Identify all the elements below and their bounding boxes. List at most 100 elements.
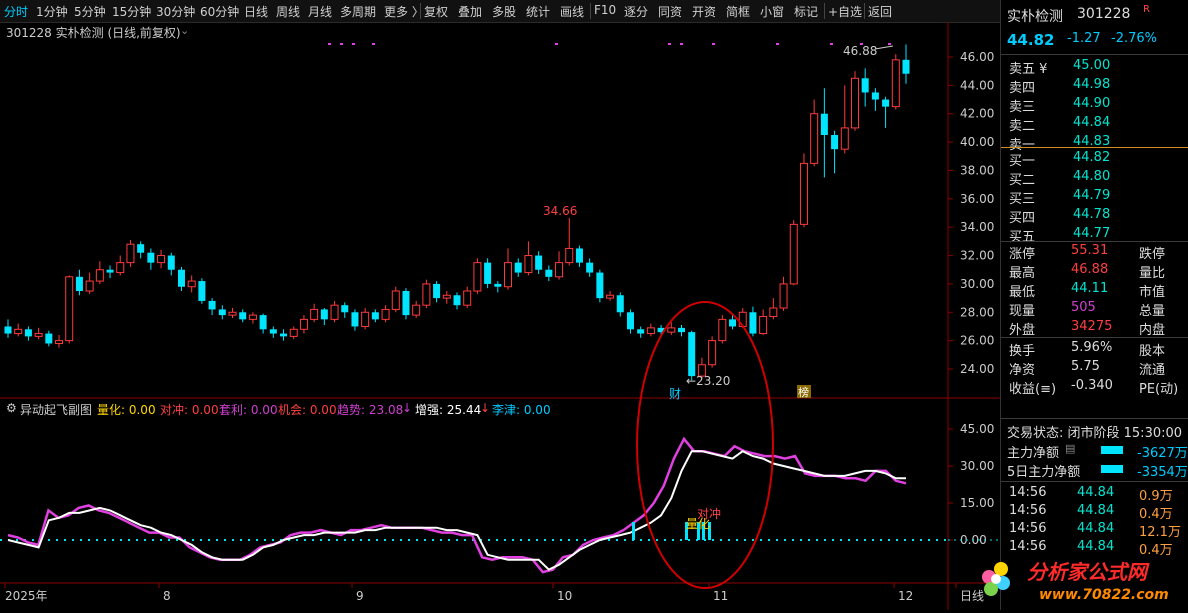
candle-body <box>433 283 441 299</box>
candle-body <box>422 283 431 306</box>
toolbar-item-2[interactable]: 5分钟 <box>74 3 106 20</box>
tick-volume: 0.4万 <box>1139 507 1173 522</box>
stat-right-label: 股本 <box>1139 344 1166 359</box>
buy-label: 买二 <box>1009 173 1036 188</box>
buy-price: 44.80 <box>1073 169 1111 184</box>
zengqiang-value: 增强: 25.44 <box>415 403 482 417</box>
tick-volume: 12.1万 <box>1139 525 1181 540</box>
candle-body <box>116 262 125 274</box>
candle-body <box>391 290 400 310</box>
candle-body <box>453 295 461 306</box>
toolbar-item-5[interactable]: 60分钟 <box>200 3 239 20</box>
candle-body <box>289 328 298 337</box>
candle-body <box>565 247 574 264</box>
tick-price: 44.84 <box>1077 521 1115 536</box>
stat-right-label: 流通 <box>1139 363 1166 378</box>
candle-body <box>14 328 23 335</box>
candle-body <box>596 272 604 299</box>
toolbar-item-22[interactable]: 标记 <box>794 3 818 20</box>
candle-body <box>320 309 328 320</box>
main-flow-value: -3627万 <box>1137 446 1188 461</box>
candle-body <box>4 326 12 334</box>
stat-value: 505 <box>1071 300 1096 315</box>
taoli-value: 套利: 0.00 <box>219 403 278 417</box>
candle-body <box>228 311 237 316</box>
toolbar-item-21[interactable]: 小窗 <box>760 3 784 20</box>
toolbar-item-15[interactable]: 画线 <box>560 3 584 20</box>
candle-body <box>514 262 522 273</box>
r-badge: R <box>1143 4 1150 15</box>
candle-body <box>299 318 308 330</box>
sell-row: 卖四 44.98 <box>1001 77 1188 96</box>
toolbar-item-24[interactable]: 返回 <box>868 3 892 20</box>
indicator-name[interactable]: 异动起飞副图 <box>20 401 92 418</box>
stat-row: 最高 46.88 量比 <box>1001 262 1188 281</box>
toolbar-item-14[interactable]: 统计 <box>526 3 550 20</box>
toolbar-item-0[interactable]: 分时 <box>4 3 28 20</box>
price-tick-label: 34.00 <box>960 220 994 234</box>
toolbar-item-4[interactable]: 30分钟 <box>156 3 195 20</box>
ind-tick-label: 15.00 <box>960 496 994 510</box>
sell-row: 卖二 44.84 <box>1001 115 1188 134</box>
stat-row: 外盘 34275 内盘 <box>1001 319 1188 338</box>
candle-body <box>494 283 502 287</box>
flow5-value: -3354万 <box>1137 465 1188 480</box>
candle-body <box>280 333 288 337</box>
quote-title: 实朴检测 301228 R <box>1001 4 1188 25</box>
candle-body <box>759 316 768 335</box>
candle-body <box>330 304 339 320</box>
toolbar-item-13[interactable]: 多股 <box>492 3 516 20</box>
candle-body <box>749 312 757 334</box>
toolbar-item-23[interactable]: +自选 <box>828 3 862 20</box>
price-chart[interactable]: 46.00 44.00 42.00 40.00 38.00 36.00 34.00 32.00… <box>0 22 1000 610</box>
candle-body <box>535 255 543 270</box>
recent-high-arrow <box>874 45 894 50</box>
toolbar-item-9[interactable]: 多周期 <box>340 3 376 20</box>
toolbar-item-6[interactable]: 日线 <box>244 3 268 20</box>
flow5-bar <box>1101 465 1123 473</box>
toolbar-item-12[interactable]: 叠加 <box>458 3 482 20</box>
low-label: ←23.20 <box>686 374 730 388</box>
tick-time: 14:56 <box>1009 521 1047 536</box>
gear-icon[interactable]: ⚙ <box>6 401 17 415</box>
candle-body <box>616 295 624 313</box>
toolbar-item-10[interactable]: 更多 〉 <box>384 3 424 20</box>
toolbar-item-3[interactable]: 15分钟 <box>112 3 151 20</box>
toolbar-item-1[interactable]: 1分钟 <box>36 3 68 20</box>
toolbar-item-16[interactable]: F10 <box>594 3 616 17</box>
toolbar-item-11[interactable]: 复权 <box>424 3 448 20</box>
candle-body <box>147 252 155 263</box>
sell-label: 卖三 <box>1009 100 1036 115</box>
candle-body <box>402 291 410 316</box>
toolbar-item-7[interactable]: 周线 <box>276 3 300 20</box>
candle-body <box>504 262 513 288</box>
qushi-value: 趋势: 23.08 <box>337 403 404 417</box>
toolbar-item-18[interactable]: 同资 <box>658 3 682 20</box>
candle-body <box>341 305 349 313</box>
table-icon[interactable]: ▤ <box>1065 442 1075 455</box>
price-tick-label: 44.00 <box>960 78 994 92</box>
divider <box>1001 337 1188 338</box>
jihui-value: 机会: 0.00 <box>278 403 337 417</box>
toolbar-item-8[interactable]: 月线 <box>308 3 332 20</box>
stat-right-label: PE(动) <box>1139 382 1179 397</box>
stat-right-label: 内盘 <box>1139 323 1166 338</box>
sell-price: 44.98 <box>1073 77 1111 92</box>
candle-body <box>34 333 43 337</box>
tick-row: 14:56 44.84 0.4万 <box>1001 503 1188 522</box>
stat-row: 净资 5.75 流通 <box>1001 359 1188 378</box>
toolbar-item-19[interactable]: 开资 <box>692 3 716 20</box>
toolbar-separator <box>590 3 591 19</box>
tick-row: 14:56 44.84 12.1万 <box>1001 521 1188 540</box>
candle-body <box>524 255 533 274</box>
buy-price: 44.77 <box>1073 226 1111 241</box>
watermark-url: www.70822.com <box>1039 587 1169 603</box>
stat-value: 44.11 <box>1071 281 1109 296</box>
tick-price: 44.84 <box>1077 503 1115 518</box>
candle-body <box>902 59 910 74</box>
toolbar-item-20[interactable]: 简框 <box>726 3 750 20</box>
stock-code: 301228 <box>1077 6 1131 22</box>
last-price: 44.82 <box>1007 31 1055 49</box>
toolbar-item-17[interactable]: 逐分 <box>624 3 648 20</box>
signal-dot <box>830 43 833 45</box>
